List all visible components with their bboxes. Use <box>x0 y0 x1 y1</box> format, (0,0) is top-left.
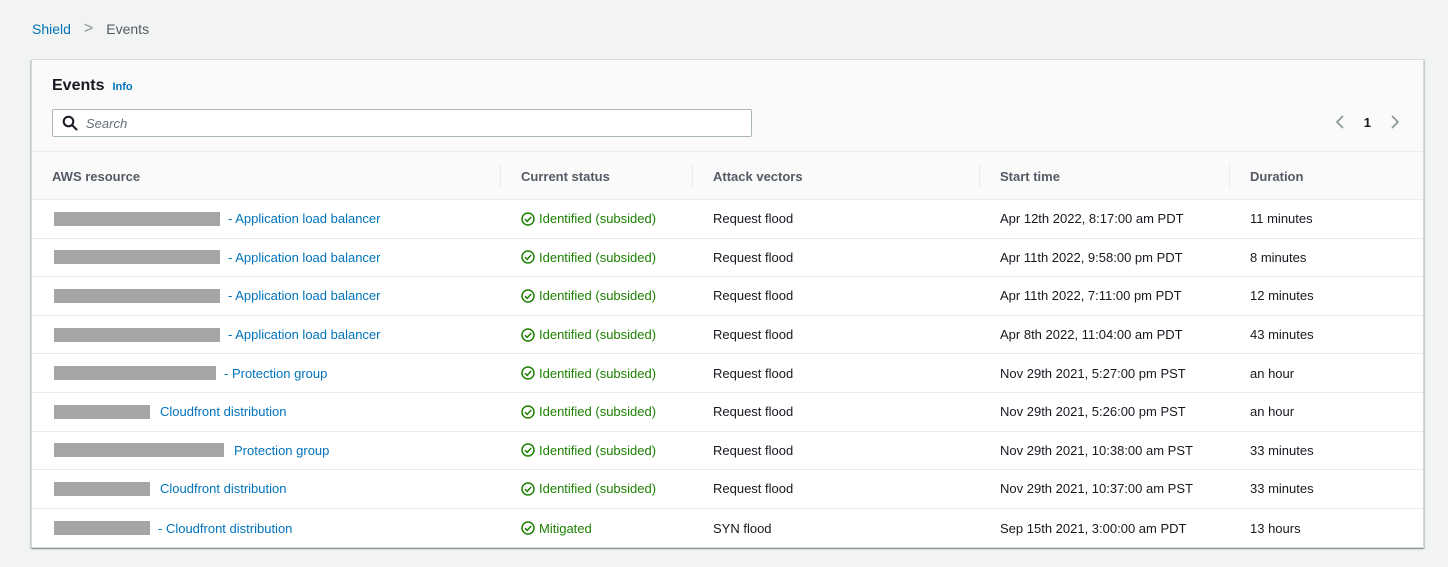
redacted-resource-id <box>54 327 220 342</box>
attack-vector: Request flood <box>713 404 794 420</box>
duration: 11 minutes <box>1250 211 1313 227</box>
attack-vector: Request flood <box>713 211 794 227</box>
duration: 13 hours <box>1250 520 1301 536</box>
status-badge: Identified (subsided) <box>521 250 656 265</box>
chevron-left-icon <box>1335 115 1344 129</box>
next-page-button[interactable] <box>1385 112 1405 132</box>
attack-vector: SYN flood <box>713 520 772 536</box>
pagination: 1 <box>1330 112 1405 132</box>
start-time: Nov 29th 2021, 5:26:00 pm PST <box>1000 404 1186 420</box>
page-number[interactable]: 1 <box>1364 115 1371 130</box>
check-circle-icon <box>521 443 535 458</box>
redacted-resource-id <box>54 443 224 458</box>
column-header-duration[interactable]: Duration <box>1230 152 1425 200</box>
table-row: - Application load balancer Identified (… <box>32 239 1423 278</box>
start-time: Apr 8th 2022, 11:04:00 am PDT <box>1000 327 1183 343</box>
attack-vector: Request flood <box>713 249 794 265</box>
table-header: AWS resource Current status Attack vecto… <box>32 152 1423 200</box>
attack-vector: Request flood <box>713 327 794 343</box>
check-circle-icon <box>521 482 535 496</box>
start-time: Nov 29th 2021, 10:38:00 am PST <box>1000 442 1193 458</box>
chevron-right-icon: > <box>83 20 94 37</box>
check-circle-icon <box>521 212 535 226</box>
redacted-resource-id <box>54 250 220 265</box>
info-link[interactable]: Info <box>112 81 132 93</box>
events-panel: Events Info 1 AWS resourc <box>31 59 1424 548</box>
duration: 33 minutes <box>1250 481 1314 497</box>
column-header-start-time[interactable]: Start time <box>980 152 1230 200</box>
resource-link[interactable]: - Application load balancer <box>228 211 381 226</box>
duration: 43 minutes <box>1250 327 1314 343</box>
redacted-resource-id <box>54 211 220 226</box>
resource-link[interactable]: Protection group <box>234 443 329 458</box>
duration: 12 minutes <box>1250 288 1314 304</box>
check-circle-icon <box>521 521 535 535</box>
start-time: Apr 11th 2022, 9:58:00 pm PDT <box>1000 249 1183 265</box>
search-input[interactable] <box>86 115 726 131</box>
page-title: Events <box>52 77 105 94</box>
duration: an hour <box>1250 404 1295 420</box>
table-row: Cloudfront distribution Identified (subs… <box>32 470 1423 509</box>
check-circle-icon <box>521 366 535 380</box>
duration: 8 minutes <box>1250 249 1307 265</box>
resource-link[interactable]: - Protection group <box>224 366 327 381</box>
column-header-aws-resource[interactable]: AWS resource <box>32 152 501 200</box>
redacted-resource-id <box>54 366 216 381</box>
status-badge: Identified (subsided) <box>521 481 656 496</box>
duration: an hour <box>1250 365 1295 381</box>
resource-link[interactable]: - Application load balancer <box>228 288 381 303</box>
attack-vector: Request flood <box>713 365 794 381</box>
previous-page-button[interactable] <box>1330 112 1350 132</box>
table-row: - Application load balancer Identified (… <box>32 277 1423 316</box>
redacted-resource-id <box>54 288 220 303</box>
status-badge: Identified (subsided) <box>521 443 656 458</box>
table-row: - Cloudfront distribution Mitigated SYN … <box>32 509 1423 548</box>
start-time: Apr 12th 2022, 8:17:00 am PDT <box>1000 211 1184 227</box>
chevron-right-icon <box>1391 115 1400 129</box>
breadcrumb: Shield > Events <box>32 20 150 38</box>
table-row: Cloudfront distribution Identified (subs… <box>32 393 1423 432</box>
resource-link[interactable]: Cloudfront distribution <box>160 404 286 419</box>
breadcrumb-current: Events <box>106 21 150 37</box>
attack-vector: Request flood <box>713 288 794 304</box>
column-header-attack-vectors[interactable]: Attack vectors <box>693 152 980 200</box>
redacted-resource-id <box>54 481 150 496</box>
panel-header: Events Info 1 <box>32 60 1423 152</box>
table-row: Protection group Identified (subsided) R… <box>32 432 1423 471</box>
check-circle-icon <box>521 289 535 303</box>
status-badge: Identified (subsided) <box>521 211 656 226</box>
resource-link[interactable]: - Cloudfront distribution <box>158 521 292 536</box>
redacted-resource-id <box>54 404 150 419</box>
table-row: - Protection group Identified (subsided)… <box>32 354 1423 393</box>
resource-link[interactable]: - Application load balancer <box>228 250 381 265</box>
search-box[interactable] <box>52 109 752 137</box>
status-badge: Identified (subsided) <box>521 327 656 342</box>
check-circle-icon <box>521 250 535 265</box>
status-badge: Identified (subsided) <box>521 288 656 303</box>
search-icon <box>62 115 78 131</box>
table-row: - Application load balancer Identified (… <box>32 200 1423 239</box>
status-badge: Mitigated <box>521 521 592 536</box>
start-time: Nov 29th 2021, 10:37:00 am PST <box>1000 481 1193 497</box>
start-time: Apr 11th 2022, 7:11:00 pm PDT <box>1000 288 1182 304</box>
duration: 33 minutes <box>1250 442 1314 458</box>
table-row: - Application load balancer Identified (… <box>32 316 1423 355</box>
check-circle-icon <box>521 327 535 342</box>
status-badge: Identified (subsided) <box>521 366 656 381</box>
resource-link[interactable]: Cloudfront distribution <box>160 481 286 496</box>
check-circle-icon <box>521 405 535 419</box>
attack-vector: Request flood <box>713 481 794 497</box>
start-time: Nov 29th 2021, 5:27:00 pm PST <box>1000 365 1186 381</box>
resource-link[interactable]: - Application load balancer <box>228 327 381 342</box>
breadcrumb-shield-link[interactable]: Shield <box>32 21 71 37</box>
status-badge: Identified (subsided) <box>521 404 656 419</box>
events-table-body: - Application load balancer Identified (… <box>32 200 1423 547</box>
redacted-resource-id <box>54 521 150 536</box>
column-header-current-status[interactable]: Current status <box>501 152 693 200</box>
start-time: Sep 15th 2021, 3:00:00 am PDT <box>1000 520 1187 536</box>
title-row: Events Info <box>52 77 133 95</box>
attack-vector: Request flood <box>713 442 794 458</box>
